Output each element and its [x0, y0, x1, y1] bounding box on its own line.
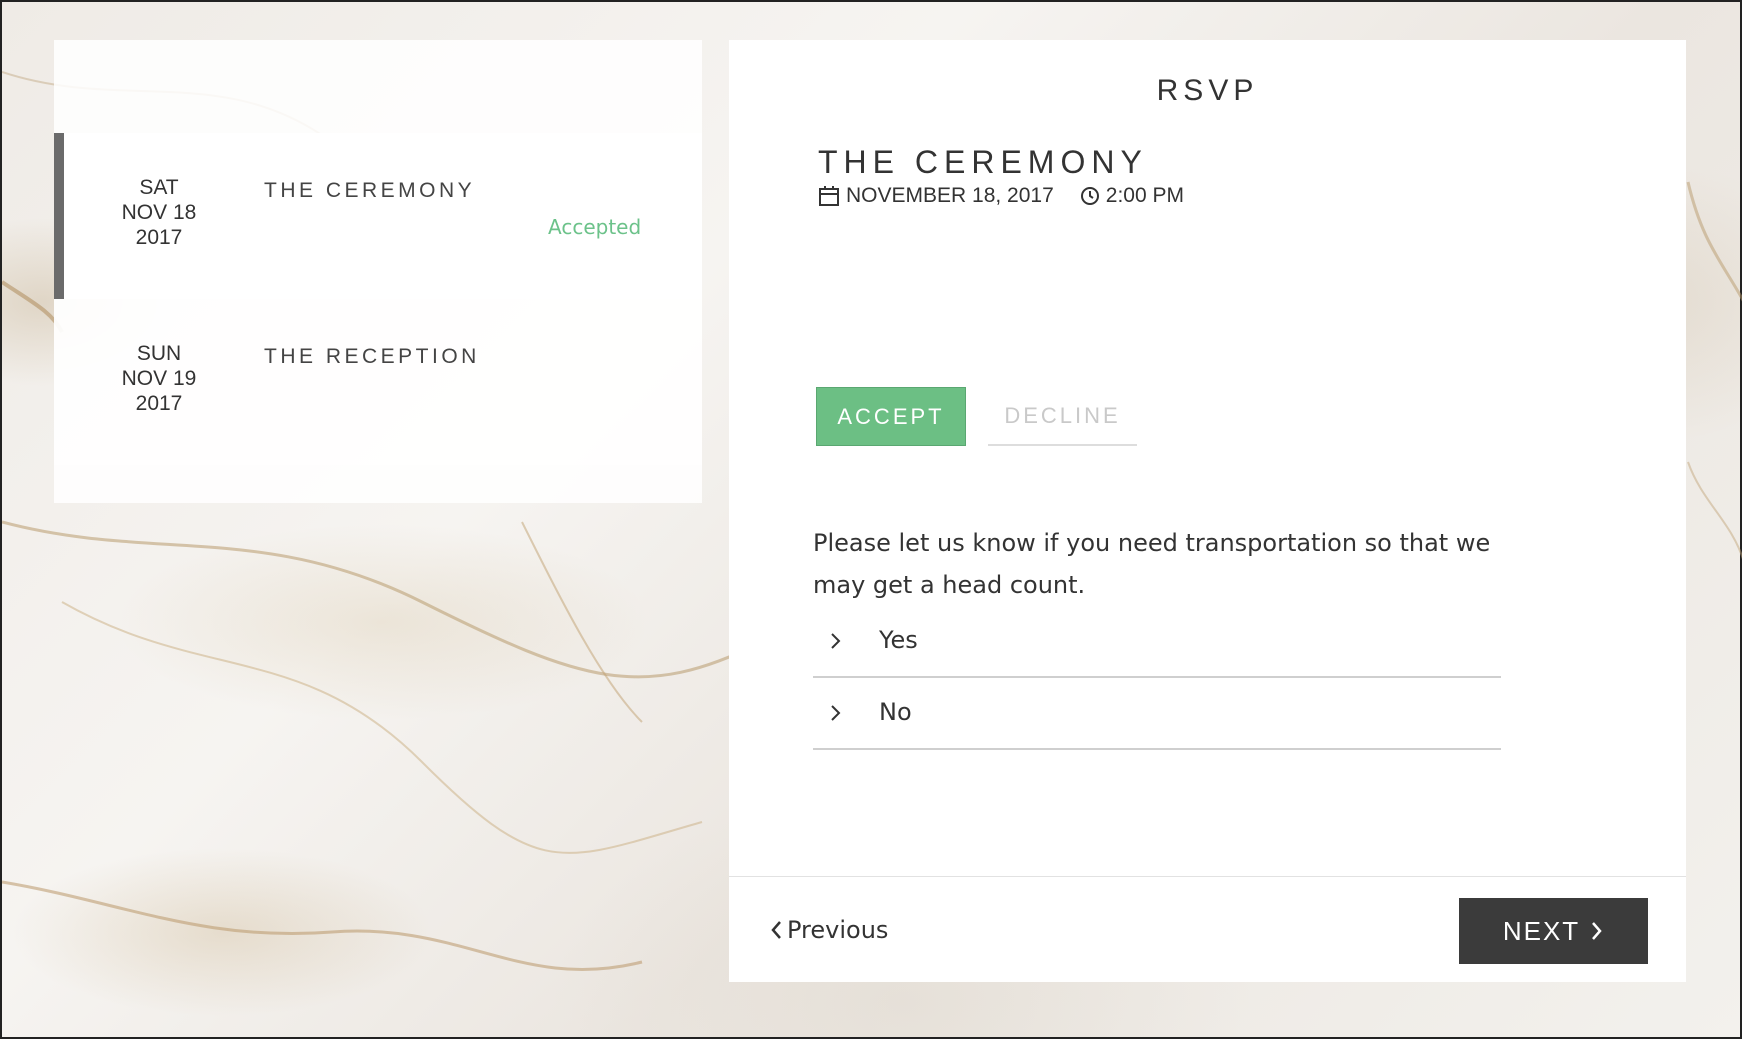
previous-label: Previous	[787, 916, 889, 944]
event-status-accepted: Accepted	[548, 215, 642, 239]
event-meta: NOVEMBER 18, 2017 2:00 PM	[818, 184, 1184, 208]
event-name: THE CEREMONY	[264, 179, 476, 202]
option-yes[interactable]: Yes	[813, 606, 1501, 678]
event-date: SUN NOV 19 2017	[104, 341, 214, 416]
chevron-right-icon	[829, 632, 843, 654]
option-label: Yes	[879, 626, 918, 654]
event-day: SAT	[139, 176, 179, 199]
event-time-text: 2:00 PM	[1105, 184, 1184, 207]
transport-question: Please let us know if you need transport…	[813, 529, 1491, 599]
chevron-left-icon	[769, 919, 783, 941]
decline-button[interactable]: DECLINE	[988, 387, 1137, 446]
event-day: SUN	[136, 342, 182, 365]
accept-button[interactable]: ACCEPT	[816, 387, 966, 446]
calendar-icon	[818, 185, 840, 207]
active-indicator	[54, 133, 64, 299]
event-list: SAT NOV 18 2017 THE CEREMONY Accepted SU…	[54, 40, 702, 503]
clock-icon	[1080, 186, 1100, 206]
option-no[interactable]: No	[813, 678, 1501, 750]
event-title: THE CEREMONY	[818, 144, 1148, 180]
event-row-ceremony[interactable]: SAT NOV 18 2017 THE CEREMONY Accepted	[54, 133, 702, 299]
previous-link[interactable]: Previous	[769, 916, 888, 944]
event-row-reception[interactable]: SUN NOV 19 2017 THE RECEPTION	[54, 299, 702, 465]
rsvp-panel: RSVP THE CEREMONY NOVEMBER 18, 2017 2:00…	[729, 40, 1686, 982]
next-button[interactable]: NEXT	[1459, 898, 1648, 964]
event-month-day: NOV 19	[121, 367, 197, 390]
next-label: NEXT	[1502, 915, 1581, 946]
event-month-day: NOV 18	[121, 201, 197, 224]
event-year: 2017	[135, 392, 183, 415]
event-date: SAT NOV 18 2017	[104, 175, 214, 250]
footer-divider	[729, 876, 1686, 877]
chevron-right-icon	[1590, 920, 1604, 942]
event-date-text: NOVEMBER 18, 2017	[846, 184, 1054, 207]
event-name: THE RECEPTION	[264, 345, 480, 368]
chevron-right-icon	[829, 704, 843, 726]
page-title: RSVP	[1156, 74, 1259, 107]
option-label: No	[879, 698, 912, 726]
event-year: 2017	[135, 226, 183, 249]
